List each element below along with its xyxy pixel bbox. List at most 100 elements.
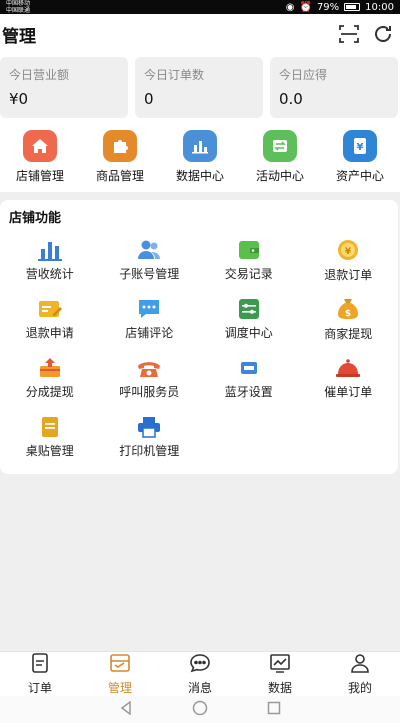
home-icon (23, 130, 57, 162)
quick-nav-label: 数据中心 (175, 169, 224, 183)
bluetooth-device-icon (235, 356, 263, 379)
function-sub-accounts[interactable]: 子账号管理 (100, 238, 200, 282)
document-icon (36, 415, 64, 438)
refresh-icon[interactable] (372, 23, 394, 45)
function-label: 退款订单 (324, 268, 373, 282)
stat-card-earnings[interactable]: 今日应得 0.0 (270, 57, 398, 118)
quick-nav-shop[interactable]: 店铺管理 (5, 130, 75, 184)
function-bluetooth-settings[interactable]: 蓝牙设置 (199, 356, 299, 400)
function-urge-orders[interactable]: 催单订单 (299, 356, 399, 400)
recents-icon[interactable] (267, 700, 281, 719)
function-label: 子账号管理 (119, 267, 180, 281)
function-shop-comments[interactable]: 店铺评论 (100, 297, 200, 341)
function-call-waiter[interactable]: 呼叫服务员 (100, 356, 200, 400)
carrier-top: 中国移动 (6, 0, 31, 7)
profile-icon (349, 653, 371, 677)
stat-card-revenue[interactable]: 今日营业额 ¥0 (0, 57, 128, 118)
comment-icon (135, 297, 163, 320)
eye-icon: ◉ (285, 1, 295, 13)
back-icon[interactable] (119, 700, 133, 719)
function-label: 桌贴管理 (25, 444, 74, 458)
stat-value: 0.0 (279, 90, 303, 108)
function-share-withdraw[interactable]: 分成提现 (0, 356, 100, 400)
stat-label: 今日应得 (279, 68, 328, 82)
stat-label: 今日订单数 (144, 68, 205, 82)
quick-nav-label: 店铺管理 (15, 169, 64, 183)
function-label: 店铺评论 (125, 326, 174, 340)
function-dispatch-center[interactable]: 调度中心 (199, 297, 299, 341)
quick-nav-label: 商品管理 (95, 169, 144, 183)
function-label: 呼叫服务员 (119, 385, 180, 399)
yen-icon: ¥ (343, 130, 377, 162)
tab-messages[interactable]: 消息 (160, 653, 240, 696)
function-printer-management[interactable]: 打印机管理 (100, 415, 200, 459)
function-label: 交易记录 (224, 267, 273, 281)
quick-nav-data[interactable]: 数据中心 (165, 130, 235, 184)
tab-profile[interactable]: 我的 (320, 653, 400, 696)
manage-icon (109, 653, 131, 677)
quick-nav: 店铺管理 商品管理 数据中心 活动中心 ¥ 资产中心 (0, 130, 400, 184)
function-table-stickers[interactable]: 桌贴管理 (0, 415, 100, 459)
function-label: 打印机管理 (119, 444, 180, 458)
carrier-bottom: 中国联通 (6, 7, 31, 14)
phone-icon (135, 356, 163, 379)
app-header: 管理 (0, 14, 400, 54)
edit-card-icon (36, 297, 64, 320)
quick-nav-label: 活动中心 (255, 169, 304, 183)
svg-text:¥: ¥ (345, 247, 352, 257)
quick-nav-assets[interactable]: ¥ 资产中心 (325, 130, 395, 184)
alarm-icon: ⏰ (299, 1, 312, 13)
bell-cloche-icon (334, 356, 362, 379)
function-label: 营收统计 (25, 267, 74, 281)
quick-nav-goods[interactable]: 商品管理 (85, 130, 155, 184)
tab-manage[interactable]: 管理 (80, 653, 160, 696)
tab-label: 管理 (107, 680, 132, 695)
tab-label: 数据 (267, 680, 292, 695)
stat-card-orders[interactable]: 今日订单数 0 (135, 57, 263, 118)
message-icon (189, 653, 211, 677)
function-revenue-stats[interactable]: 营收统计 (0, 238, 100, 282)
quick-nav-label: 资产中心 (335, 169, 384, 183)
svg-text:¥: ¥ (357, 142, 364, 153)
system-nav-bar (0, 696, 400, 723)
function-merchant-withdraw[interactable]: $ 商家提现 (299, 297, 399, 341)
svg-text:$: $ (345, 309, 351, 319)
tab-orders[interactable]: 订单 (0, 652, 80, 696)
sliders-icon (235, 297, 263, 320)
tab-label: 订单 (27, 680, 52, 695)
shop-functions-card: 店铺功能 营收统计 子账号管理 交易记录 ¥ 退款订单 退款申请 店铺评论 调度… (0, 200, 398, 474)
withdraw-box-icon (36, 356, 64, 379)
status-bar: 中国移动 中国联通 ◉ ⏰ 79% 10:00 (0, 0, 400, 14)
home-button-icon[interactable] (192, 700, 208, 720)
quick-nav-activity[interactable]: 活动中心 (245, 130, 315, 184)
exchange-icon (263, 130, 297, 162)
carrier-info: 中国移动 中国联通 (6, 0, 30, 14)
header-actions (338, 23, 394, 45)
battery-text: 79% (316, 1, 340, 13)
bottom-tab-bar: 订单 管理 消息 数据 我的 (0, 651, 400, 696)
wallet-icon (235, 238, 263, 261)
data-icon (269, 653, 291, 677)
scan-icon[interactable] (338, 23, 360, 45)
tab-label: 我的 (347, 680, 372, 695)
function-label: 催单订单 (324, 385, 373, 399)
today-stats: 今日营业额 ¥0 今日订单数 0 今日应得 0.0 (0, 57, 400, 118)
clock-text: 10:00 (365, 1, 394, 13)
page-title: 管理 (2, 26, 36, 47)
functions-grid: 营收统计 子账号管理 交易记录 ¥ 退款订单 退款申请 店铺评论 调度中心 $ … (0, 238, 398, 459)
function-refund-apply[interactable]: 退款申请 (0, 297, 100, 341)
money-bag-icon: $ (334, 297, 362, 321)
puzzle-icon (103, 130, 137, 162)
status-right: ◉ ⏰ 79% 10:00 (286, 2, 394, 13)
function-label: 调度中心 (224, 326, 273, 340)
function-label: 分成提现 (25, 385, 74, 399)
function-label: 商家提现 (324, 327, 373, 341)
function-label: 退款申请 (25, 326, 74, 340)
function-label: 蓝牙设置 (224, 385, 273, 399)
stat-label: 今日营业额 (9, 68, 70, 82)
function-refund-orders[interactable]: ¥ 退款订单 (299, 238, 399, 282)
bar-chart-icon (183, 130, 217, 162)
function-transactions[interactable]: 交易记录 (199, 238, 299, 282)
tab-data[interactable]: 数据 (240, 653, 320, 696)
stat-value: ¥0 (9, 90, 29, 108)
